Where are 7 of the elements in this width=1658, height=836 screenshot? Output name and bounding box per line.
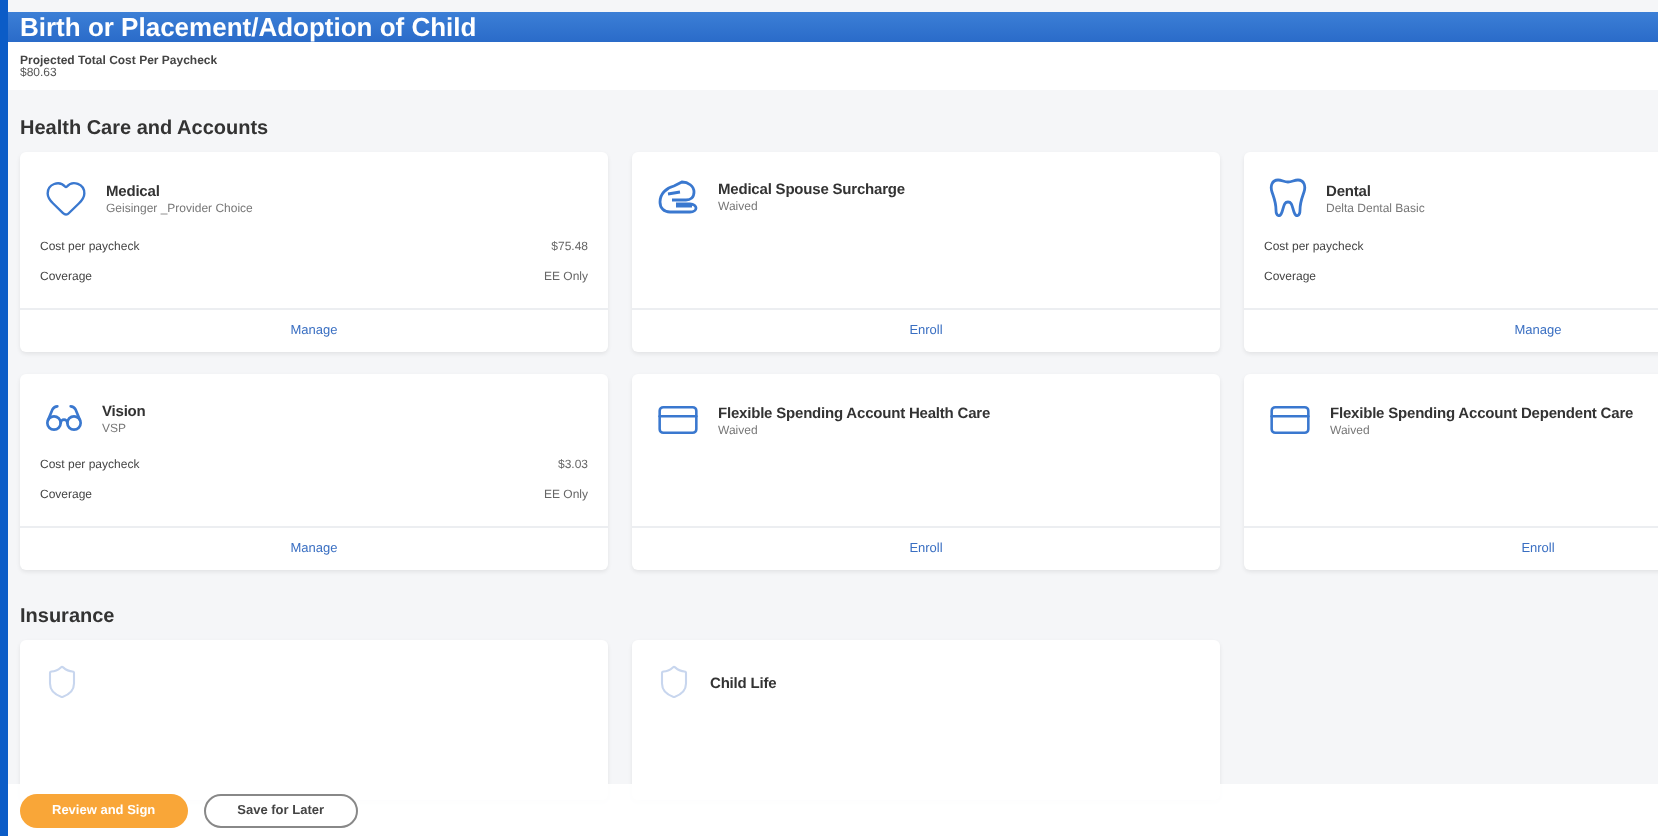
tooth-icon	[1268, 176, 1308, 220]
section-title: Health Care and Accounts	[20, 118, 269, 140]
section-title: Insurance	[20, 606, 115, 628]
shield-icon	[44, 664, 80, 700]
window-title: Birth or Placement/Adoption of Child	[20, 12, 477, 42]
heart-icon	[44, 176, 88, 220]
shield-icon	[656, 664, 692, 700]
